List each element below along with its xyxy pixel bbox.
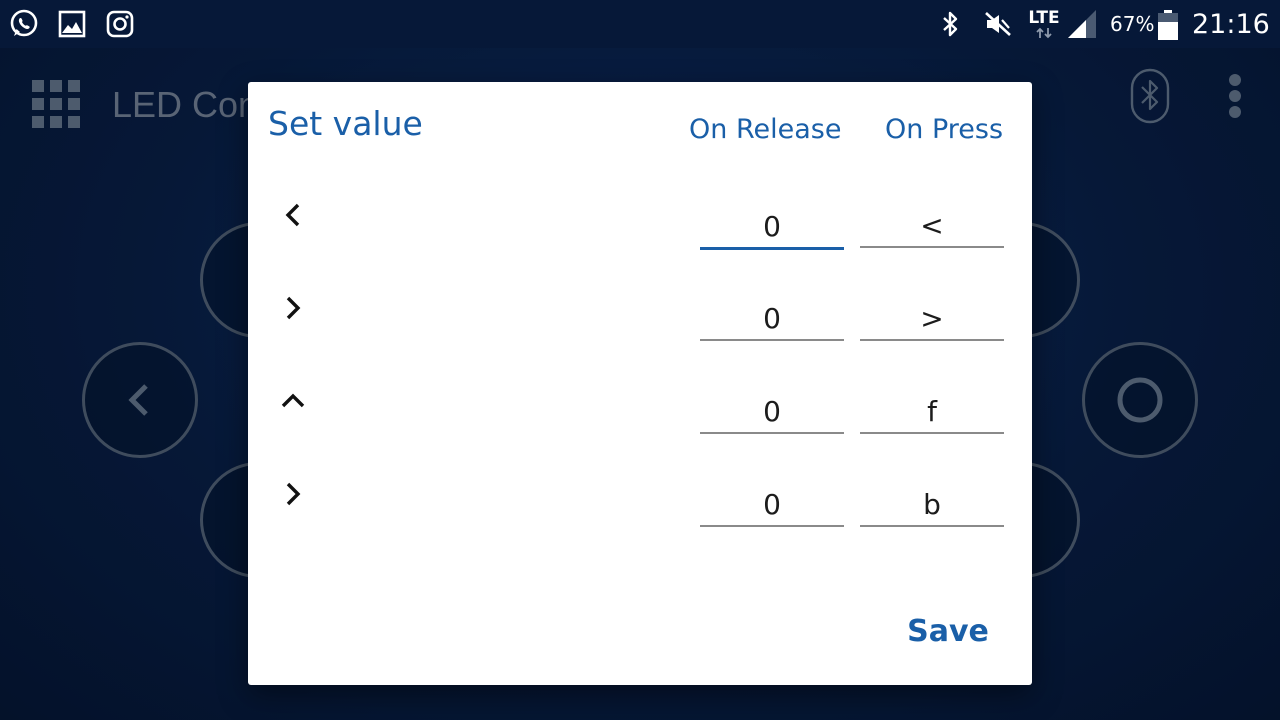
release-value-field[interactable] (700, 297, 844, 341)
mute-icon (985, 12, 1011, 36)
column-header-press: On Press (885, 114, 1004, 145)
chevron-up-icon (281, 393, 305, 408)
battery-icon (1158, 10, 1178, 40)
lte-indicator: LTE (1026, 0, 1062, 48)
battery-percent: 67% (1110, 12, 1155, 36)
gallery-icon (58, 10, 86, 38)
data-arrows-icon (1036, 27, 1052, 39)
save-button[interactable]: Save (898, 606, 998, 656)
release-value-field[interactable] (700, 206, 844, 250)
press-value-field[interactable] (860, 483, 1004, 527)
status-bar: LTE 67% 21:16 (0, 0, 1280, 48)
press-value-field[interactable] (860, 297, 1004, 341)
clock: 21:16 (1192, 8, 1270, 40)
press-value-field[interactable] (860, 390, 1004, 434)
column-header-release: On Release (689, 114, 842, 145)
row-label-left (278, 195, 308, 235)
row-label-right (278, 288, 308, 328)
dialog-title: Set value (268, 104, 423, 143)
chevron-right-icon (286, 482, 301, 506)
signal-icon (1068, 10, 1096, 38)
bluetooth-status-icon (943, 11, 958, 37)
row-label-up (278, 381, 308, 421)
release-value-field[interactable] (700, 483, 844, 527)
network-label: LTE (1028, 8, 1060, 28)
row-label-right-2 (278, 474, 308, 514)
release-value-field[interactable] (700, 390, 844, 434)
whatsapp-icon (10, 9, 38, 37)
instagram-icon (106, 10, 134, 38)
press-value-field[interactable] (860, 204, 1004, 248)
chevron-left-icon (285, 203, 300, 227)
set-value-dialog: Set value On Release On Press Save (248, 82, 1032, 685)
chevron-right-icon (286, 296, 301, 320)
